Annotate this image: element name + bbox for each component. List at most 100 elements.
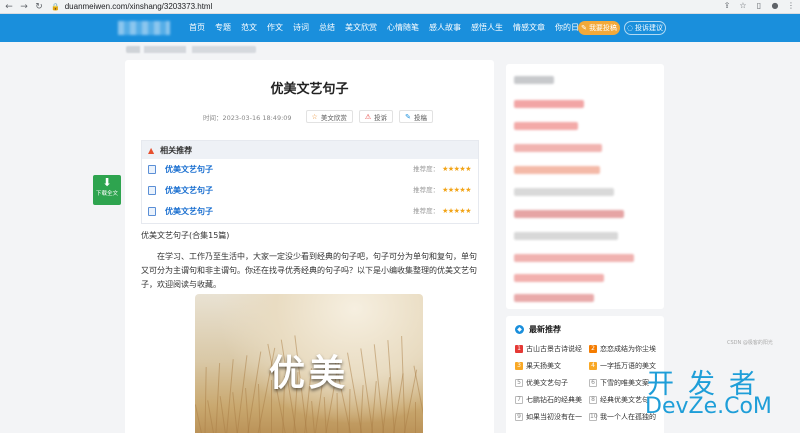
latest-title: 如果当初没有在一 (526, 413, 582, 421)
star-icon[interactable]: ☆ (738, 1, 748, 10)
rating-stars: ★★★★★ (442, 207, 471, 215)
related-link[interactable]: 优美文艺句子 (165, 164, 213, 175)
arrow-right-icon[interactable]: → (18, 1, 30, 13)
article-meta: 时间：2023-03-16 18:49:09 ☆ 美文欣赏 ⚠ 投诉 ✎ 投稿 (203, 110, 433, 123)
lightbulb-icon: ◌ (626, 24, 634, 32)
site-header: 首页 专题 范文 作文 诗词 总结 美文欣赏 心情随笔 感人故事 感悟人生 情感文章 你的日志 ✎ 我… (0, 14, 800, 42)
download-icon: ⬇ (102, 176, 112, 189)
nav-item[interactable]: 范文 (236, 14, 262, 42)
latest-title: 果天扬美文 (526, 362, 561, 370)
nav-item[interactable]: 作文 (262, 14, 288, 42)
latest-item[interactable]: 1 古山古景古诗说经 (515, 344, 585, 354)
related-row[interactable]: 优美文艺句子 推荐度： ★★★★★ (142, 180, 478, 201)
reload-icon[interactable]: ↻ (33, 1, 45, 13)
latest-icon: ◆ (515, 325, 524, 334)
latest-title: 优美文艺句子 (526, 379, 568, 387)
blurred-sidebar-line (514, 76, 554, 84)
page-title: 优美文艺句子 (270, 82, 349, 97)
blurred-sidebar-line (514, 188, 614, 196)
profile-icon[interactable]: ● (770, 1, 780, 10)
rank-number: 9 (515, 413, 523, 421)
share-icon[interactable]: ⇪ (722, 1, 732, 10)
blurred-sidebar-line (514, 122, 578, 130)
nav-item[interactable]: 总结 (314, 14, 340, 42)
document-icon (148, 165, 156, 174)
article-intro: 优美文艺句子(合集15篇) (141, 231, 230, 240)
thumbs-up-icon: ▲ (148, 145, 155, 155)
related-row[interactable]: 优美文艺句子 推荐度： ★★★★★ (142, 159, 478, 180)
csdn-watermark: CSDN @极客的阳光 (727, 340, 773, 346)
document-icon (148, 207, 156, 216)
latest-item[interactable]: 7 七鹏钻石的经典美 (515, 395, 585, 405)
blurred-sidebar-line (514, 166, 600, 174)
related-link[interactable]: 优美文艺句子 (165, 185, 213, 196)
related-recommendations: ▲ 相关推荐 优美文艺句子 推荐度： ★★★★★ 优美文艺句子 推荐度： ★★★★★ 优美文… (141, 140, 479, 224)
related-link[interactable]: 优美文艺句子 (165, 206, 213, 217)
nav-item[interactable]: 首页 (184, 14, 210, 42)
hero-image-text: 优美 (268, 352, 349, 394)
article-paragraph: 在学习、工作乃至生活中，大家一定没少看到经典的句子吧，句子可分为单句和复句，单句… (141, 252, 477, 289)
blurred-sidebar-line (514, 144, 602, 152)
sidepanel-icon[interactable]: ▯ (754, 1, 764, 10)
edit-icon: ✎ (405, 112, 411, 121)
rank-number: 2 (589, 345, 597, 353)
arrow-left-icon[interactable]: ← (3, 1, 15, 13)
nav-item[interactable]: 心情随笔 (382, 14, 424, 42)
rating-stars: ★★★★★ (442, 186, 471, 194)
blurred-sidebar-line (514, 210, 624, 218)
latest-title: 古山古景古诗说经 (526, 345, 582, 353)
latest-title: 七鹏钻石的经典美 (526, 396, 582, 404)
grass-stalk (195, 404, 205, 433)
blurred-sidebar-line (514, 232, 618, 240)
recommend-score: 推荐度： ★★★★★ (413, 165, 471, 173)
download-full-text-button[interactable]: ⬇ 下载全文 (93, 175, 121, 205)
report-button[interactable]: ⚠ 投诉 (358, 110, 394, 123)
star-outline-icon: ☆ (311, 112, 318, 121)
latest-header: ◆ 最新推荐 (515, 324, 561, 335)
latest-title: 恋恋成结为你尘埃 (600, 345, 656, 353)
latest-item[interactable]: 2 恋恋成结为你尘埃 (589, 344, 661, 354)
rank-number: 10 (589, 413, 598, 421)
devze-watermark: 开发者 DevZe.CoM (645, 369, 772, 419)
latest-title: 经典优美文艺句 (600, 396, 649, 404)
nav-item[interactable]: 情感文章 (508, 14, 550, 42)
category-button[interactable]: ☆ 美文欣赏 (305, 110, 353, 123)
article-card: 优美文艺句子 时间：2023-03-16 18:49:09 ☆ 美文欣赏 ⚠ 投… (125, 60, 494, 433)
warning-icon: ⚠ (364, 112, 372, 121)
rating-stars: ★★★★★ (442, 165, 471, 173)
blurred-sidebar-line (514, 294, 594, 302)
grass-stalk (207, 400, 216, 433)
nav-item[interactable]: 感悟人生 (466, 14, 508, 42)
recommend-score: 推荐度： ★★★★★ (413, 186, 471, 194)
lock-icon: 🔒 (51, 2, 60, 11)
submit-article-button[interactable]: ✎ 我要投稿 (578, 21, 620, 35)
latest-item[interactable]: 5 优美文艺句子 (515, 378, 585, 388)
grass-stalk (415, 402, 416, 433)
rank-number: 1 (515, 345, 523, 353)
latest-item[interactable]: 9 如果当初没有在一 (515, 412, 585, 422)
publish-time: 时间：2023-03-16 18:49:09 (203, 113, 292, 122)
nav-item[interactable]: 感人故事 (424, 14, 466, 42)
main-nav: 首页 专题 范文 作文 诗词 总结 美文欣赏 心情随笔 感人故事 感悟人生 情感文章 你的日志 (184, 14, 592, 42)
url-text: duanmeiwen.com/xinshang/3203373.html (64, 2, 213, 11)
address-bar[interactable]: 🔒 duanmeiwen.com/xinshang/3203373.html (51, 1, 212, 12)
feedback-button[interactable]: ◌ 投诉建议 (624, 21, 666, 35)
site-logo[interactable] (118, 21, 170, 35)
sidebar-ad-block (506, 64, 664, 309)
related-row[interactable]: 优美文艺句子 推荐度： ★★★★★ (142, 201, 478, 222)
blurred-sidebar-line (514, 254, 634, 262)
nav-item[interactable]: 专题 (210, 14, 236, 42)
nav-item[interactable]: 美文欣赏 (340, 14, 382, 42)
menu-icon[interactable]: ⋮ (786, 1, 796, 10)
nav-item[interactable]: 诗词 (288, 14, 314, 42)
latest-recommendations: ◆ 最新推荐 1 古山古景古诗说经 2 恋恋成结为你尘埃 3 果天扬美文 4 一字抵万语的美文… (506, 316, 664, 433)
browser-toolbar: ← → ↻ 🔒 duanmeiwen.com/xinshang/3203373.… (0, 0, 800, 14)
rank-number: 5 (515, 379, 523, 387)
recommend-score: 推荐度： ★★★★★ (413, 207, 471, 215)
breadcrumb[interactable] (126, 46, 256, 53)
edit-icon: ✎ (581, 24, 587, 32)
latest-item[interactable]: 3 果天扬美文 (515, 361, 585, 371)
rank-number: 4 (589, 362, 597, 370)
rank-number: 6 (589, 379, 597, 387)
submit-button[interactable]: ✎ 投稿 (399, 110, 433, 123)
